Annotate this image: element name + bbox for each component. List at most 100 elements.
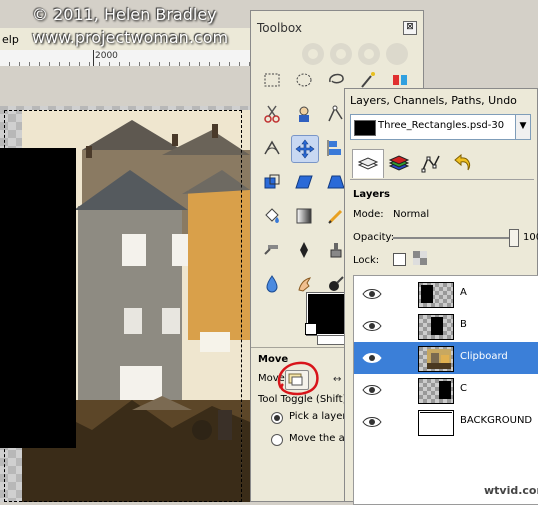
blend-icon (296, 208, 312, 224)
image-selector[interactable]: Three_Rectangles.psd-30 (350, 114, 516, 140)
airbrush-icon (264, 245, 278, 255)
layer-row[interactable]: Clipboard (354, 342, 538, 374)
image-selector-value: Three_Rectangles.psd-30 (378, 120, 505, 131)
move-active-layer-label[interactable]: Move the a (289, 433, 345, 444)
layer-thumbnail (418, 378, 454, 404)
layers-dock: Layers, Channels, Paths, Undo Three_Rect… (344, 88, 538, 505)
eye-icon[interactable] (362, 319, 382, 333)
tab-paths[interactable] (416, 149, 446, 177)
paths-icon (421, 155, 440, 173)
tool-airbrush[interactable] (259, 237, 285, 263)
tool-scissors[interactable] (259, 101, 285, 127)
scissors-icon (264, 105, 280, 123)
paths-icon (328, 105, 343, 122)
layer-name[interactable]: A (460, 287, 467, 298)
tool-ink[interactable] (291, 237, 317, 263)
layer-thumbnail (418, 410, 454, 436)
watermark-copyright: © 2011, Helen Bradley (32, 5, 217, 24)
site-credit: wtvid.com (484, 484, 538, 497)
tab-undo[interactable] (448, 149, 478, 177)
watermark-url: www.projectwoman.com (32, 28, 229, 47)
eye-icon[interactable] (362, 287, 382, 301)
layer-list: A B Clipboard C BACKGROUND (353, 275, 538, 505)
layers-icon (357, 157, 379, 170)
tool-foreground-select[interactable] (291, 101, 317, 127)
blur-icon (266, 275, 278, 293)
perspective-icon (327, 175, 345, 189)
clone-icon (330, 243, 342, 258)
opacity-slider-handle[interactable] (509, 229, 519, 247)
pick-layer-radio[interactable] (271, 412, 283, 424)
layer-thumbnail (418, 314, 454, 340)
tool-measure[interactable] (259, 135, 285, 161)
align-icon (327, 140, 341, 156)
rect-select-icon (264, 73, 280, 87)
mode-select[interactable]: Normal (393, 209, 429, 220)
pick-layer-label[interactable]: Pick a layer (289, 411, 346, 422)
tool-blur[interactable] (259, 271, 285, 297)
tool-shear[interactable] (291, 169, 317, 195)
ruler-major-tick (93, 50, 94, 66)
scale-icon (264, 174, 280, 189)
layer-row[interactable]: B (354, 310, 538, 342)
fuzzy-select-icon (361, 72, 375, 88)
foreground-select-icon (299, 106, 309, 122)
chevron-down-icon[interactable]: ▼ (515, 114, 531, 140)
layer-row[interactable]: A (354, 278, 538, 310)
channels-icon (388, 155, 410, 171)
eye-icon[interactable] (362, 351, 382, 365)
layer-name[interactable]: BACKGROUND (460, 415, 532, 426)
eye-icon[interactable] (362, 383, 382, 397)
tool-toggle-label: Tool Toggle (Shift) (258, 394, 347, 405)
lock-label: Lock: (353, 255, 380, 266)
ellipse-select-icon (296, 73, 312, 87)
tab-layers[interactable] (352, 149, 384, 178)
layer-name[interactable]: B (460, 319, 467, 330)
menu-item-help[interactable]: elp (2, 33, 19, 46)
layer-thumbnail (418, 346, 454, 372)
canvas-area[interactable] (0, 66, 250, 502)
dock-tabs (350, 147, 534, 180)
tool-rect-select[interactable] (259, 67, 285, 93)
lock-pixels-checkbox[interactable] (393, 253, 406, 266)
mode-label: Mode: (353, 209, 384, 220)
default-colors-icon[interactable] (305, 323, 317, 335)
move-icon (295, 139, 315, 159)
horizontal-ruler[interactable]: 2000 (0, 50, 250, 67)
layer-row[interactable]: BACKGROUND (354, 406, 538, 438)
lasso-icon (329, 73, 344, 84)
opacity-value[interactable]: 100 (523, 232, 538, 243)
image-thumbnail (354, 120, 376, 136)
tool-smudge[interactable] (291, 271, 317, 297)
layers-heading: Layers (353, 189, 390, 200)
more-modes-icon[interactable]: ↔ (333, 374, 341, 385)
tool-blend[interactable] (291, 203, 317, 229)
pencil-icon (328, 209, 343, 224)
layer-name[interactable]: C (460, 383, 467, 394)
black-rectangle-layer[interactable] (0, 148, 76, 448)
close-icon[interactable]: ⊠ (403, 21, 417, 35)
opacity-slider-track[interactable] (393, 237, 513, 239)
undo-icon (454, 153, 471, 171)
tool-ellipse-select[interactable] (291, 67, 317, 93)
tool-scale[interactable] (259, 169, 285, 195)
shear-icon (295, 175, 313, 189)
wilber-decoration-icon (302, 43, 408, 65)
toolbox-title: Toolbox (257, 21, 302, 35)
lock-alpha-icon[interactable] (413, 251, 427, 265)
layer-row[interactable]: C (354, 374, 538, 406)
opacity-label: Opacity: (353, 232, 395, 243)
tab-channels[interactable] (384, 149, 414, 177)
tool-move[interactable] (291, 135, 319, 163)
measure-icon (264, 140, 280, 155)
dock-title: Layers, Channels, Paths, Undo (350, 94, 517, 107)
tool-bucket-fill[interactable] (259, 203, 285, 229)
bucket-fill-icon (265, 208, 279, 223)
eye-icon[interactable] (362, 415, 382, 429)
layer-thumbnail (418, 282, 454, 308)
dodge-burn-icon (329, 276, 344, 291)
ruler-label: 2000 (95, 51, 118, 61)
layer-name[interactable]: Clipboard (460, 351, 508, 362)
smudge-icon (298, 277, 312, 292)
move-active-layer-radio[interactable] (271, 434, 283, 446)
